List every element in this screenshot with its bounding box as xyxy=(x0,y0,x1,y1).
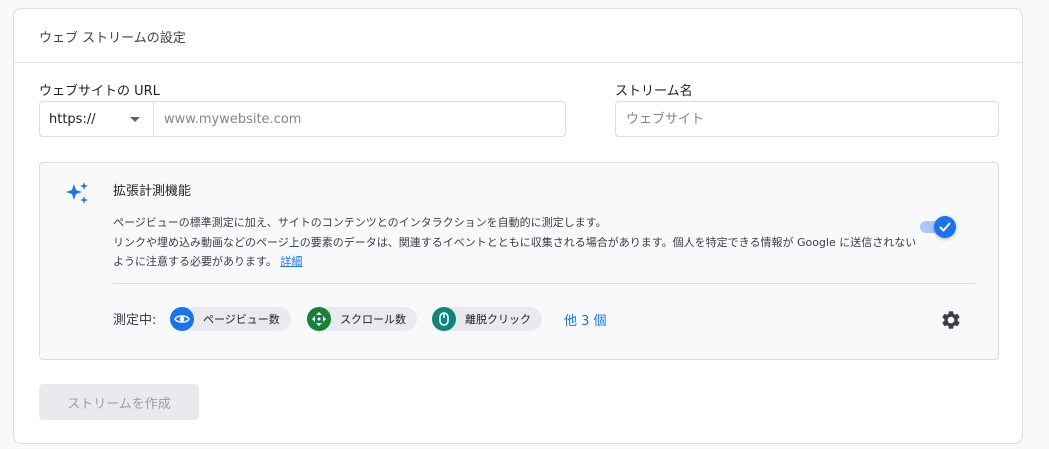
chip-label: 離脱クリック xyxy=(465,313,531,326)
panel-divider xyxy=(113,283,975,284)
website-url-input[interactable] xyxy=(154,102,565,136)
protocol-select[interactable]: https:// xyxy=(40,102,154,136)
chip-outbound-clicks: 離脱クリック xyxy=(432,307,542,331)
sparkle-icon xyxy=(66,182,88,204)
card-title: ウェブ ストリームの設定 xyxy=(14,9,1022,63)
description-line-2: リンクや埋め込み動画などのページ上の要素のデータは、関連するイベントとともに収集… xyxy=(113,235,917,269)
create-stream-button[interactable]: ストリームを作成 xyxy=(39,384,199,420)
web-stream-settings-card: ウェブ ストリームの設定 ウェブサイトの URL https:// ストリーム名… xyxy=(13,8,1023,444)
caret-down-icon xyxy=(130,116,140,122)
toggle-knob xyxy=(934,216,956,238)
stream-name-label: ストリーム名 xyxy=(615,84,693,99)
enhanced-measurement-title: 拡張計測機能 xyxy=(113,184,192,199)
protocol-value: https:// xyxy=(49,111,96,127)
stream-name-input[interactable] xyxy=(616,102,998,136)
scroll-arrows-icon xyxy=(307,307,331,331)
chip-scrolls: スクロール数 xyxy=(307,307,417,331)
website-url-field: https:// xyxy=(39,101,566,137)
check-icon xyxy=(939,222,951,232)
enhanced-measurement-panel: 拡張計測機能 ページビューの標準測定に加え、サイトのコンテンツとのインタラクショ… xyxy=(39,162,999,360)
measuring-label: 測定中: xyxy=(113,313,157,328)
website-url-label: ウェブサイトの URL xyxy=(39,84,160,99)
chip-label: スクロール数 xyxy=(340,313,406,326)
gear-icon[interactable] xyxy=(940,309,962,331)
mouse-icon xyxy=(432,307,456,331)
more-events-link[interactable]: 他 3 個 xyxy=(564,310,607,329)
eye-icon xyxy=(170,307,194,331)
stream-name-field xyxy=(615,101,999,137)
enhanced-measurement-description: ページビューの標準測定に加え、サイトのコンテンツとのインタラクションを自動的に測… xyxy=(113,213,923,272)
detail-link[interactable]: 詳細 xyxy=(280,255,302,268)
description-line-1: ページビューの標準測定に加え、サイトのコンテンツとのインタラクションを自動的に測… xyxy=(113,216,607,229)
chip-label: ページビュー数 xyxy=(203,313,280,326)
chip-page-views: ページビュー数 xyxy=(170,307,291,331)
enhanced-measurement-toggle[interactable] xyxy=(920,216,956,238)
